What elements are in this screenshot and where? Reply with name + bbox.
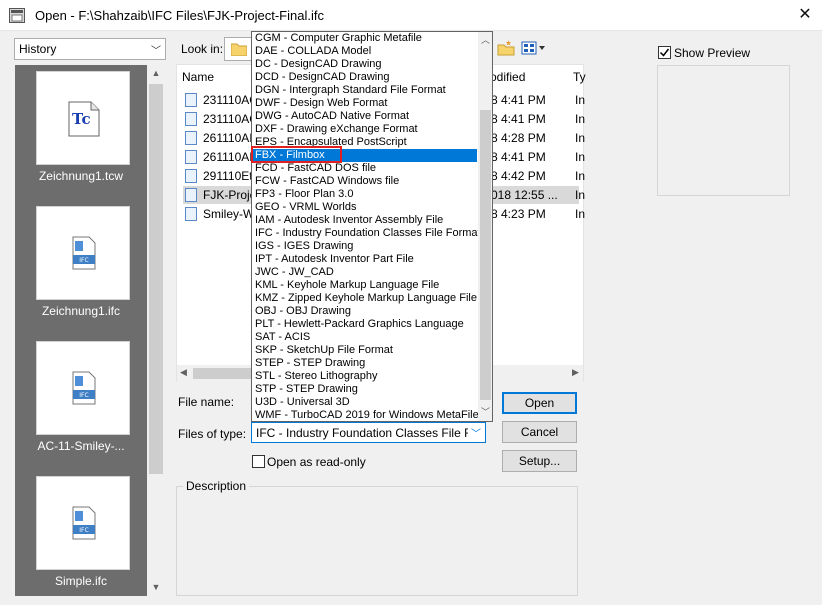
- scroll-up-icon[interactable]: ▲: [147, 65, 165, 82]
- file-type-option[interactable]: SKP - SketchUp File Format: [252, 344, 477, 357]
- file-type-option[interactable]: FCW - FastCAD Windows file: [252, 175, 477, 188]
- file-type-listbox[interactable]: CGM - Computer Graphic Metafile DAE - COL…: [251, 31, 493, 422]
- folder-icon: [231, 43, 247, 56]
- history-scrollbar[interactable]: ▲ ▼: [147, 65, 165, 596]
- open-button[interactable]: Open: [502, 392, 577, 414]
- file-type-option[interactable]: U3D - Universal 3D: [252, 396, 477, 409]
- file-type-option[interactable]: WMF - TurboCAD 2019 for Windows MetaFile: [252, 409, 479, 421]
- view-menu-icon[interactable]: [521, 40, 547, 56]
- read-only-checkbox[interactable]: [252, 455, 265, 468]
- chevron-down-icon: ﹀: [151, 46, 161, 57]
- file-type-option[interactable]: STEP - STEP Drawing: [252, 357, 477, 370]
- scrollbar-thumb[interactable]: [149, 84, 163, 474]
- scroll-left-icon[interactable]: ◀: [180, 367, 187, 378]
- ifc-file-icon: [185, 169, 197, 183]
- chevron-down-icon: ﹀: [471, 429, 481, 440]
- look-in-label: Look in:: [181, 42, 224, 56]
- files-of-type-label: Files of type:: [178, 427, 247, 441]
- ifc-file-icon: [185, 112, 197, 126]
- file-type-option[interactable]: PLT - Hewlett-Packard Graphics Language: [252, 318, 477, 331]
- new-folder-icon[interactable]: [497, 40, 515, 56]
- ifc-badge: IFC: [79, 392, 88, 399]
- file-type-option[interactable]: DWG - AutoCAD Native Format: [252, 110, 477, 123]
- file-type-option[interactable]: DGN - Intergraph Standard File Format: [252, 84, 477, 97]
- history-thumbnail[interactable]: IFC: [36, 476, 130, 570]
- column-header-modified[interactable]: odified: [490, 70, 525, 84]
- file-type-option[interactable]: DWF - Design Web Format: [252, 97, 477, 110]
- file-type-option[interactable]: JWC - JW_CAD: [252, 266, 477, 279]
- ifc-file-icon: [185, 131, 197, 145]
- file-name-label: File name:: [178, 395, 235, 409]
- preview-box: [657, 65, 790, 196]
- file-type-option[interactable]: IFC - Industry Foundation Classes File F…: [252, 227, 481, 240]
- svg-text:Tc: Tc: [72, 110, 91, 128]
- ifc-file-icon: [185, 150, 197, 164]
- file-type-option[interactable]: IGS - IGES Drawing: [252, 240, 477, 253]
- description-box: [176, 486, 578, 596]
- file-type-option[interactable]: DXF - Drawing eXchange Format: [252, 123, 477, 136]
- checkmark-icon: [659, 48, 670, 57]
- history-panel: Tc Zeichnung1.tcw IFC Zeichnung1.ifc IFC…: [15, 65, 165, 596]
- highlight-annotation: [251, 146, 342, 163]
- description-label: Description: [183, 479, 250, 493]
- scrollbar-thumb[interactable]: [480, 110, 491, 400]
- tc-icon: Tc: [68, 101, 100, 137]
- file-type-option[interactable]: FCD - FastCAD DOS file: [252, 162, 477, 175]
- scroll-up-icon[interactable]: ︿: [478, 32, 492, 49]
- history-item-label: Simple.ifc: [54, 574, 107, 588]
- files-of-type-dropdown[interactable]: IFC - Industry Foundation Classes File F…: [251, 422, 486, 443]
- ifc-file-icon: IFC: [72, 506, 96, 540]
- column-header-name[interactable]: Name: [182, 70, 214, 84]
- history-dropdown[interactable]: History ﹀: [14, 38, 166, 60]
- column-header-type[interactable]: Ty: [573, 70, 586, 84]
- file-type-option[interactable]: GEO - VRML Worlds: [252, 201, 477, 214]
- file-type-option[interactable]: DCD - DesignCAD Drawing: [252, 71, 477, 84]
- file-type-option[interactable]: DAE - COLLADA Model: [252, 45, 477, 58]
- title-bar: Open - F:\Shahzaib\IFC Files\FJK-Project…: [0, 0, 822, 31]
- scroll-right-icon[interactable]: ▶: [572, 367, 579, 378]
- file-type-option[interactable]: FP3 - Floor Plan 3.0: [252, 188, 477, 201]
- file-type-option[interactable]: OBJ - OBJ Drawing: [252, 305, 477, 318]
- look-in-dropdown[interactable]: [224, 37, 254, 61]
- file-type-option[interactable]: STL - Stereo Lithography: [252, 370, 477, 383]
- history-item-label: Zeichnung1.ifc: [41, 304, 121, 318]
- file-type-option[interactable]: IPT - Autodesk Inventor Part File: [252, 253, 477, 266]
- ifc-file-icon: [185, 93, 197, 107]
- scrollbar-thumb[interactable]: [193, 368, 253, 379]
- window-title: Open - F:\Shahzaib\IFC Files\FJK-Project…: [35, 8, 324, 23]
- file-type-option[interactable]: STP - STEP Drawing: [252, 383, 477, 396]
- scroll-down-icon[interactable]: ▼: [147, 579, 165, 596]
- ifc-badge: IFC: [79, 527, 88, 534]
- file-type-option[interactable]: IAM - Autodesk Inventor Assembly File: [252, 214, 477, 227]
- file-type-option[interactable]: CGM - Computer Graphic Metafile: [252, 32, 477, 45]
- history-thumbnail[interactable]: IFC: [36, 206, 130, 300]
- file-type-option[interactable]: KML - Keyhole Markup Language File: [252, 279, 477, 292]
- close-icon[interactable]: ✕: [792, 3, 818, 27]
- file-type-option[interactable]: KMZ - Zipped Keyhole Markup Language Fil…: [252, 292, 477, 305]
- history-item-label: AC-11-Smiley-...: [37, 439, 125, 453]
- ifc-badge: IFC: [79, 257, 88, 264]
- scroll-down-icon[interactable]: ﹀: [478, 404, 492, 421]
- cancel-button[interactable]: Cancel: [502, 421, 577, 443]
- ifc-file-icon: IFC: [72, 371, 96, 405]
- history-dropdown-value: History: [19, 42, 57, 56]
- history-item-label: Zeichnung1.tcw: [38, 169, 124, 183]
- app-icon: [9, 8, 25, 23]
- setup-button[interactable]: Setup...: [502, 450, 577, 472]
- files-of-type-value: IFC - Industry Foundation Classes File F…: [256, 426, 468, 440]
- show-preview-checkbox[interactable]: [658, 46, 671, 59]
- history-thumbnail[interactable]: IFC: [36, 341, 130, 435]
- ifc-file-icon: [185, 188, 197, 202]
- ifc-file-icon: IFC: [72, 236, 96, 270]
- read-only-label: Open as read-only: [267, 455, 366, 469]
- file-type-option[interactable]: SAT - ACIS: [252, 331, 477, 344]
- show-preview-label: Show Preview: [674, 46, 751, 60]
- ifc-file-icon: [185, 207, 197, 221]
- history-thumbnail[interactable]: Tc: [36, 71, 130, 165]
- file-type-scrollbar[interactable]: ︿ ﹀: [478, 32, 492, 421]
- file-type-option[interactable]: DC - DesignCAD Drawing: [252, 58, 477, 71]
